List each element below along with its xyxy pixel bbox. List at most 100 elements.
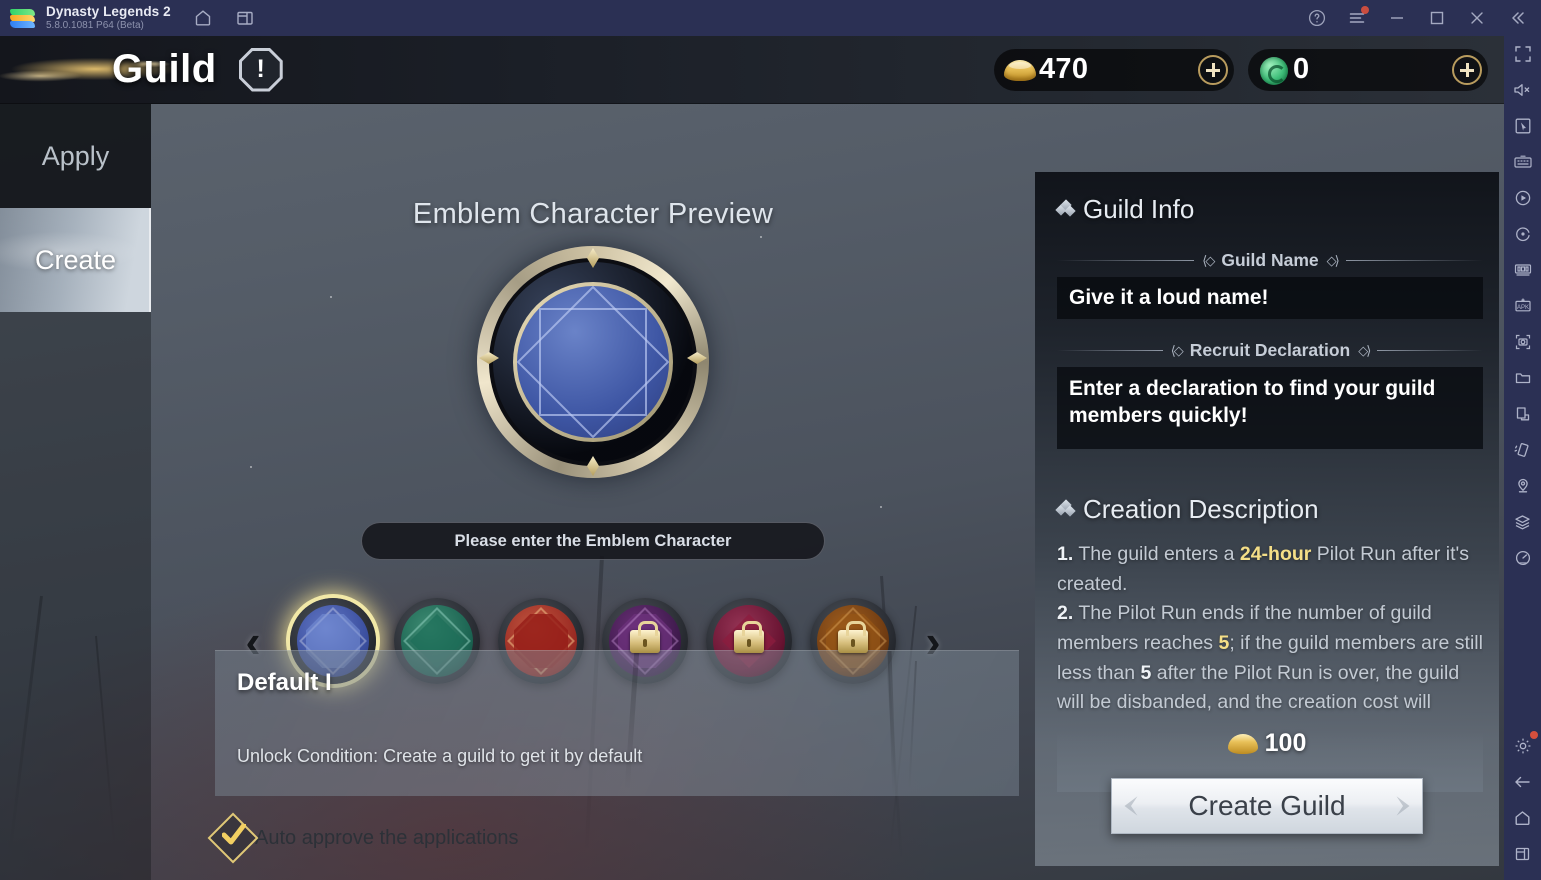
creation-cost: 100 — [1035, 729, 1499, 758]
checkmark-icon — [222, 824, 246, 845]
guild-sidebar: Apply Create — [0, 104, 151, 880]
auto-approve-checkbox[interactable]: Auto approve the applications — [207, 812, 519, 864]
minimize-icon[interactable] — [1387, 8, 1407, 28]
macro-record-icon[interactable] — [1504, 180, 1541, 216]
multi-instance-manager-icon[interactable] — [1504, 252, 1541, 288]
currency-jade[interactable]: 0 — [1248, 48, 1488, 91]
lock-icon — [734, 620, 764, 653]
add-jade-button[interactable] — [1452, 54, 1482, 85]
recruit-declaration-input[interactable]: Enter a declaration to find your guild m… — [1057, 367, 1483, 449]
bluestacks-toolbar: APK — [1504, 36, 1541, 880]
menu-icon[interactable] — [1347, 6, 1369, 28]
create-guild-panel: Emblem Character Preview Please enter th… — [151, 104, 1035, 880]
desc-2-highlight-2: 5 — [1140, 661, 1152, 684]
emblem-unlock-condition: Unlock Condition: Create a guild to get … — [237, 746, 643, 766]
button-ornament-right-icon — [1396, 796, 1410, 816]
home-icon[interactable] — [1504, 800, 1541, 836]
fullscreen-icon[interactable] — [1504, 36, 1541, 72]
performance-icon[interactable] — [1504, 540, 1541, 576]
diamond-ornament-icon — [1055, 199, 1076, 218]
media-folder-icon[interactable] — [1504, 360, 1541, 396]
help-icon[interactable] — [1307, 8, 1327, 28]
divider-ornament-right: ◇⟩ — [1326, 252, 1340, 268]
checkbox-diamond — [207, 812, 259, 864]
guild-name-label: Guild Name — [1221, 250, 1319, 270]
bluestacks-titlebar: Dynasty Legends 2 5.8.0.1081 P64 (Beta) — [0, 0, 1541, 36]
lock-icon — [630, 620, 660, 653]
recents-icon[interactable] — [1504, 836, 1541, 872]
recruit-declaration-divider: ⟨◇ Recruit Declaration ◇⟩ — [1057, 340, 1483, 361]
sidebar-item-apply[interactable]: Apply — [0, 104, 151, 208]
location-icon[interactable] — [1504, 468, 1541, 504]
multi-instance-icon[interactable] — [235, 8, 255, 28]
desc-1-number: 1. — [1057, 543, 1074, 565]
add-gold-button[interactable] — [1198, 54, 1228, 85]
guild-info-heading: Guild Info — [1055, 194, 1195, 225]
sidebar-background — [0, 312, 151, 880]
app-title-block: Dynasty Legends 2 5.8.0.1081 P64 (Beta) — [46, 3, 171, 32]
emblem-preview-title: Emblem Character Preview — [412, 198, 774, 230]
creation-description-heading-label: Creation Description — [1083, 494, 1319, 524]
desc-2-highlight-1: 5 — [1218, 631, 1230, 654]
guild-name-input[interactable]: Give it a loud name! — [1057, 277, 1483, 319]
gold-ingot-icon — [1002, 55, 1038, 85]
mute-icon[interactable] — [1504, 72, 1541, 108]
layers-icon[interactable] — [1504, 504, 1541, 540]
emblem-detail-panel: Default I Unlock Condition: Create a gui… — [215, 650, 1019, 796]
guild-name-group: ⟨◇ Guild Name ◇⟩ Give it a loud name! — [1057, 250, 1483, 319]
maximize-icon[interactable] — [1427, 8, 1447, 28]
emblem-character-input[interactable]: Please enter the Emblem Character — [361, 522, 825, 560]
create-guild-button[interactable]: Create Guild — [1111, 778, 1423, 834]
menu-notification-dot — [1361, 6, 1369, 14]
emblem-preview — [477, 246, 709, 478]
bluestacks-logo-icon — [10, 7, 36, 29]
keyboard-icon[interactable] — [1504, 144, 1541, 180]
gold-ingot-icon — [1227, 733, 1258, 754]
currency-gold[interactable]: 470 — [994, 48, 1234, 91]
app-name: Dynasty Legends 2 — [46, 3, 171, 19]
pointer-icon[interactable] — [1504, 108, 1541, 144]
home-icon[interactable] — [193, 8, 213, 28]
creation-cost-value: 100 — [1264, 729, 1307, 757]
install-apk-icon[interactable]: APK — [1504, 288, 1541, 324]
game-viewport: Guild ! 470 0 Apply Create Emblem Charac… — [0, 36, 1504, 880]
gold-value: 470 — [1039, 53, 1089, 85]
desc-2-number: 2. — [1057, 602, 1074, 625]
recruit-declaration-group: ⟨◇ Recruit Declaration ◇⟩ Enter a declar… — [1057, 340, 1483, 449]
copy-to-pc-icon[interactable] — [1504, 396, 1541, 432]
collapse-icon[interactable] — [1507, 8, 1527, 28]
rotate-icon[interactable] — [1504, 216, 1541, 252]
jade-coin-icon — [1256, 55, 1292, 85]
desc-1-highlight: 24-hour — [1239, 543, 1312, 565]
create-guild-button-label: Create Guild — [1188, 790, 1346, 821]
back-icon[interactable] — [1504, 764, 1541, 800]
settings-notification-dot — [1530, 731, 1538, 739]
emblem-character-placeholder: Please enter the Emblem Character — [454, 531, 732, 550]
emblem-name: Default I — [237, 669, 332, 696]
app-version: 5.8.0.1081 P64 (Beta) — [46, 20, 144, 32]
guild-name-divider: ⟨◇ Guild Name ◇⟩ — [1057, 250, 1483, 271]
lock-icon — [838, 620, 868, 653]
sidebar-item-create[interactable]: Create — [0, 208, 151, 312]
recruit-declaration-value: Enter a declaration to find your guild m… — [1069, 377, 1436, 427]
settings-gear-icon[interactable] — [1504, 728, 1541, 764]
auto-approve-label: Auto approve the applications — [255, 826, 519, 849]
diamond-ornament-icon — [1055, 499, 1076, 518]
close-icon[interactable] — [1467, 8, 1487, 28]
divider-ornament-right: ◇⟩ — [1358, 342, 1371, 358]
button-ornament-left-icon — [1124, 796, 1138, 816]
svg-text:APK: APK — [1516, 305, 1528, 311]
creation-description-heading: Creation Description — [1055, 494, 1319, 525]
desc-1-text-a: The guild enters a — [1073, 543, 1240, 565]
guild-info-heading-label: Guild Info — [1083, 194, 1195, 224]
guild-name-value: Give it a loud name! — [1069, 285, 1269, 309]
screenshot-icon[interactable] — [1504, 324, 1541, 360]
exclamation-octagon-icon[interactable]: ! — [238, 47, 283, 92]
shake-icon[interactable] — [1504, 432, 1541, 468]
sidebar-item-label: Apply — [41, 140, 110, 171]
description-item-1: 1. The guild enters a 24-hour Pilot Run … — [1057, 540, 1483, 599]
recruit-declaration-label: Recruit Declaration — [1189, 340, 1351, 360]
description-item-2: 2. The Pilot Run ends if the number of g… — [1057, 599, 1483, 718]
game-header: Guild ! 470 0 — [0, 36, 1504, 104]
sidebar-item-label: Create — [34, 244, 117, 275]
